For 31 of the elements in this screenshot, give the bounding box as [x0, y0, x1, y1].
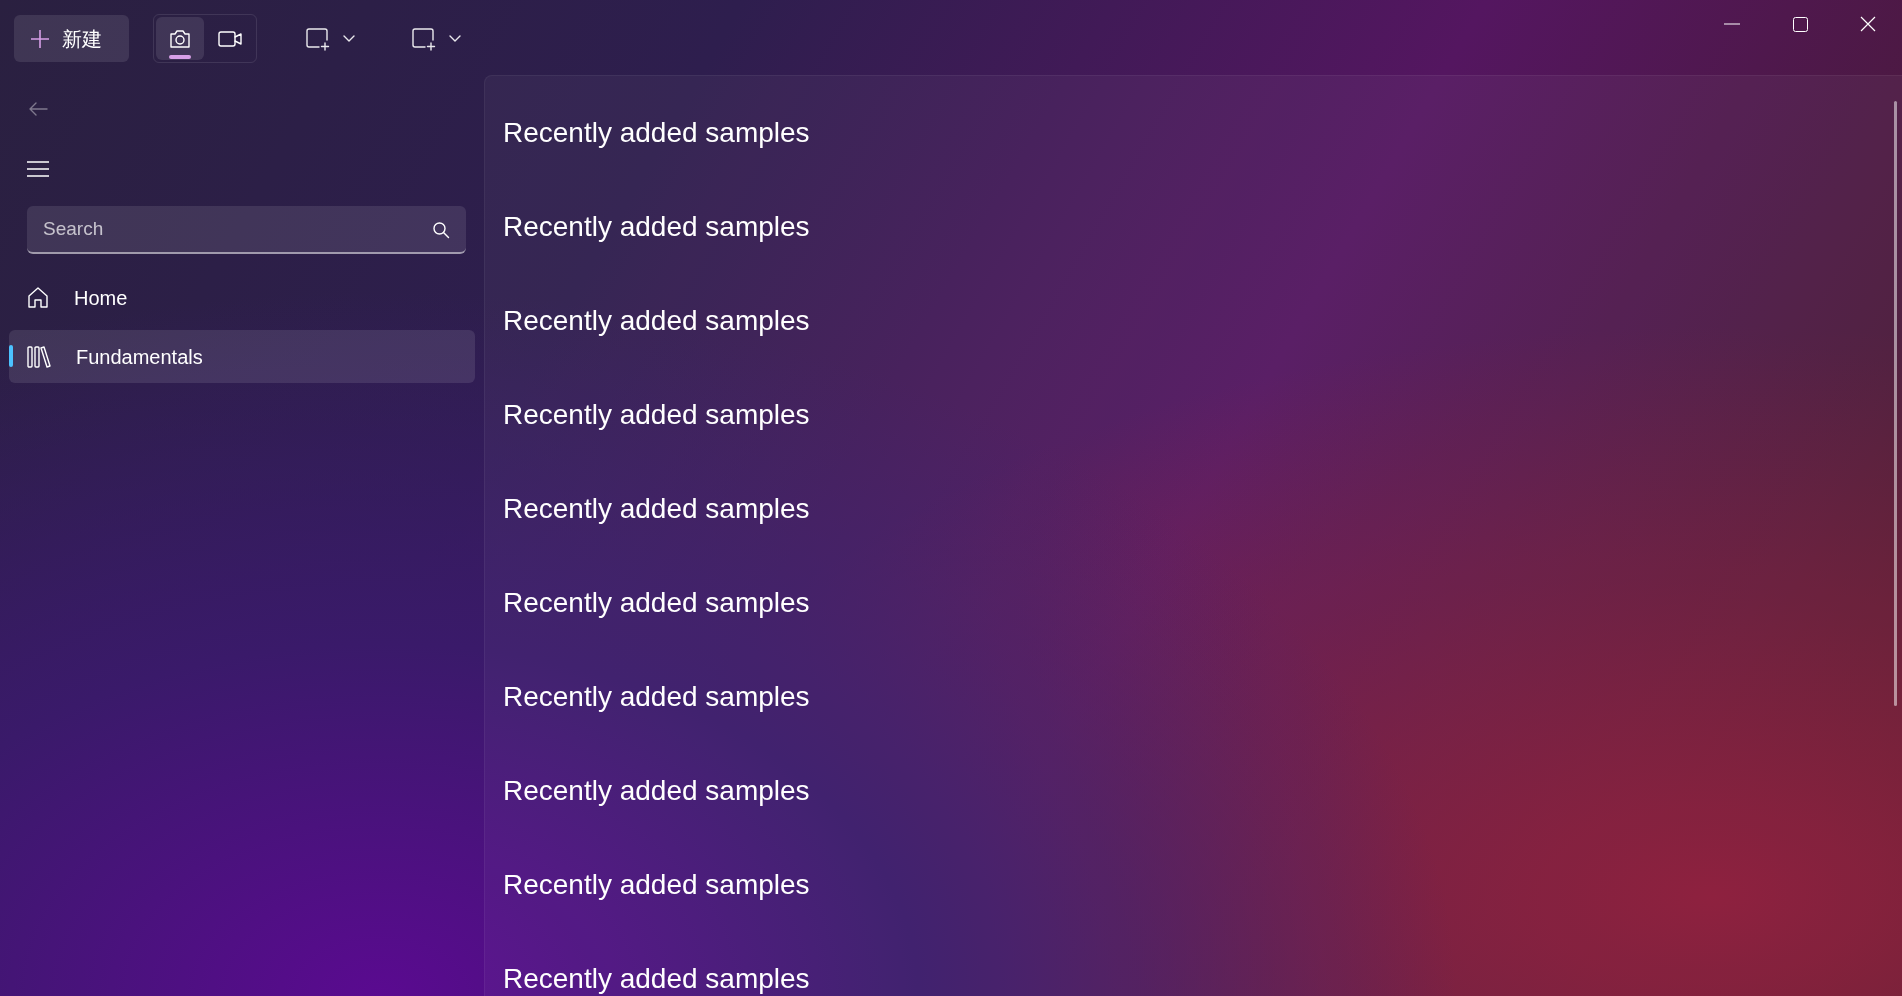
video-camera-icon — [217, 28, 243, 49]
maximize-icon — [1792, 16, 1808, 32]
new-button[interactable]: 新建 — [14, 15, 129, 62]
section-heading: Recently added samples — [503, 116, 810, 150]
section-heading: Recently added samples — [503, 774, 810, 808]
camera-icon — [168, 27, 192, 50]
plus-icon — [30, 28, 50, 49]
home-icon — [26, 285, 50, 310]
nav-item[interactable]: Fundamentals — [9, 330, 475, 383]
add-region-icon — [411, 26, 437, 51]
books-icon — [26, 344, 52, 369]
section-heading: Recently added samples — [503, 398, 810, 432]
menu-icon — [27, 161, 49, 177]
chevron-down-icon — [449, 34, 461, 43]
selection-indicator — [169, 55, 191, 59]
minimize-icon — [1724, 23, 1740, 25]
search-icon — [432, 221, 450, 239]
selection-indicator — [9, 345, 13, 367]
close-icon — [1860, 16, 1876, 32]
section-heading: Recently added samples — [503, 492, 810, 526]
section-heading: Recently added samples — [503, 962, 810, 996]
section-heading: Recently added samples — [503, 304, 810, 338]
nav-item[interactable]: Home — [9, 271, 475, 324]
chevron-down-icon — [343, 34, 355, 43]
section-heading: Recently added samples — [503, 586, 810, 620]
section-heading: Recently added samples — [503, 680, 810, 714]
add-region-icon — [305, 26, 331, 51]
section-heading: Recently added samples — [503, 868, 810, 902]
capture-mode-button[interactable] — [156, 17, 204, 60]
back-arrow-icon — [28, 101, 48, 117]
section-heading: Recently added samples — [503, 210, 810, 244]
